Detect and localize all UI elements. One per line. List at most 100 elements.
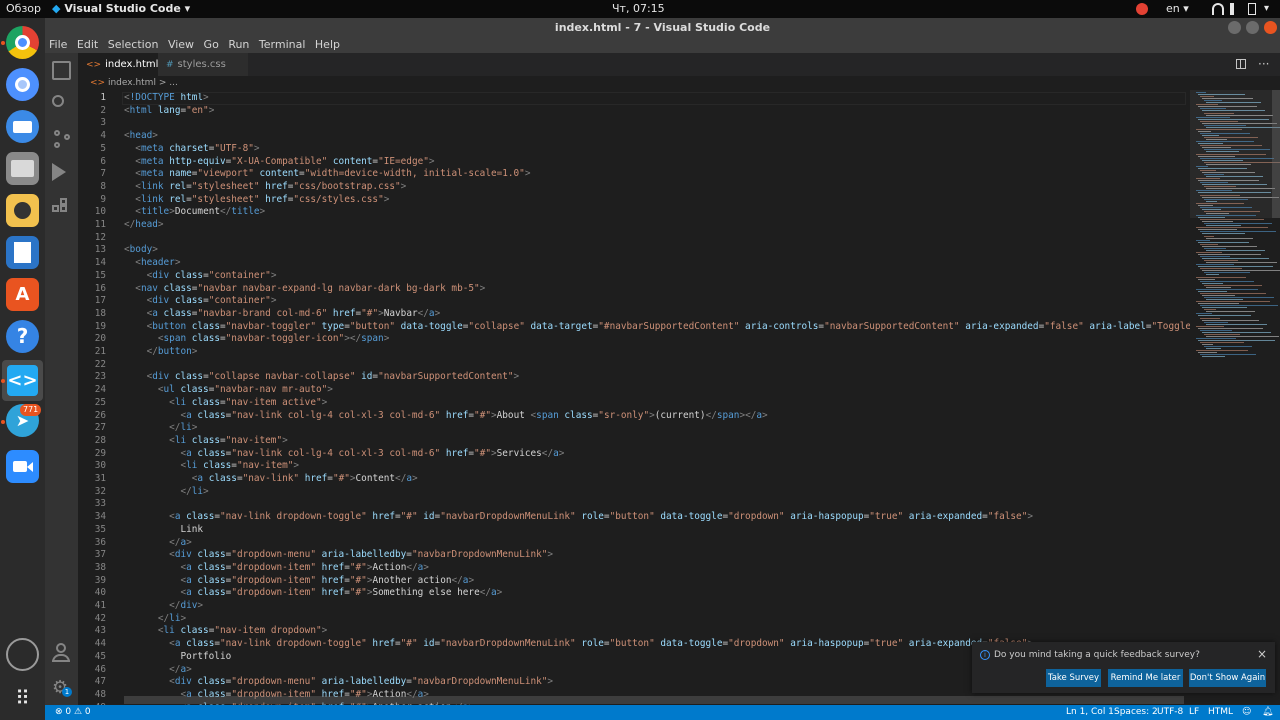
code-line[interactable]: 5 <meta charset="UTF-8"> [78, 143, 1190, 156]
code-line[interactable]: 41 </div> [78, 600, 1190, 613]
rhythmbox-icon[interactable] [6, 194, 39, 227]
vscode-icon[interactable]: <> [2, 360, 43, 401]
code-line[interactable]: 40 <a class="dropdown-item" href="#">Som… [78, 587, 1190, 600]
menu-run[interactable]: Run [228, 37, 249, 53]
notifications-bell-icon[interactable]: 🔔︎ [1262, 705, 1273, 720]
code-line[interactable]: 6 <meta http-equiv="X-UA-Compatible" con… [78, 156, 1190, 169]
line-ending[interactable]: LF [1189, 705, 1199, 720]
menu-go[interactable]: Go [204, 37, 219, 53]
breadcrumb-file[interactable]: index.html [108, 78, 156, 88]
code-line[interactable]: 32 </li> [78, 486, 1190, 499]
feedback-icon[interactable]: ☺ [1242, 705, 1251, 720]
code-line[interactable]: 18 <a class="navbar-brand col-md-6" href… [78, 308, 1190, 321]
window-title-bar[interactable]: index.html - 7 - Visual Studio Code [45, 18, 1280, 37]
cursor-position[interactable]: Ln 1, Col 1 [1066, 705, 1114, 720]
problems-indicator[interactable]: ⊗ 0 ⚠ 0 [55, 705, 91, 720]
menu-view[interactable]: View [168, 37, 194, 53]
files-icon[interactable] [6, 152, 39, 185]
show-applications-icon[interactable]: ⠿ [6, 682, 39, 715]
code-line[interactable]: 43 <li class="nav-item dropdown"> [78, 625, 1190, 638]
tab-index-html[interactable]: <>index.html × [78, 53, 158, 94]
accounts-icon[interactable] [52, 643, 71, 662]
code-line[interactable]: 16 <nav class="navbar navbar-expand-lg n… [78, 283, 1190, 296]
menu-help[interactable]: Help [315, 37, 340, 53]
libreoffice-writer-icon[interactable] [6, 236, 39, 269]
code-line[interactable]: 36 </a> [78, 537, 1190, 550]
code-line[interactable]: 3 [78, 117, 1190, 130]
badge-app-icon[interactable] [1136, 3, 1148, 15]
vertical-scrollbar[interactable] [1272, 90, 1280, 218]
take-survey-button[interactable]: Take Survey [1046, 669, 1101, 687]
extensions-icon[interactable] [52, 198, 71, 217]
menu-terminal[interactable]: Terminal [259, 37, 306, 53]
code-line[interactable]: 34 <a class="nav-link dropdown-toggle" h… [78, 511, 1190, 524]
chromium-icon[interactable] [6, 68, 39, 101]
menu-selection[interactable]: Selection [108, 37, 159, 53]
zoom-icon[interactable] [6, 450, 39, 483]
activities-button[interactable]: Обзор [6, 0, 41, 18]
horizontal-scrollbar[interactable] [124, 696, 1184, 704]
code-line[interactable]: 37 <div class="dropdown-menu" aria-label… [78, 549, 1190, 562]
menu-file[interactable]: File [49, 37, 67, 53]
code-line[interactable]: 31 <a class="nav-link" href="#">Content<… [78, 473, 1190, 486]
code-line[interactable]: 4 <head> [78, 130, 1190, 143]
code-line[interactable]: 13 <body> [78, 244, 1190, 257]
code-line[interactable]: 30 <li class="nav-item"> [78, 460, 1190, 473]
code-line[interactable]: 10 <title>Document</title> [78, 206, 1190, 219]
code-line[interactable]: 33 [78, 498, 1190, 511]
explorer-icon[interactable] [52, 61, 71, 80]
close-notification-icon[interactable]: × [1257, 647, 1267, 661]
network-icon[interactable] [1212, 3, 1224, 15]
code-line[interactable]: 38 <a class="dropdown-item" href="#">Act… [78, 562, 1190, 575]
menu-edit[interactable]: Edit [77, 37, 98, 53]
code-line[interactable]: 26 <a class="nav-link col-lg-4 col-xl-3 … [78, 410, 1190, 423]
software-center-icon[interactable]: A [6, 278, 39, 311]
search-icon[interactable] [52, 95, 71, 114]
minimize-button[interactable] [1228, 21, 1241, 34]
code-line[interactable]: 35 Link [78, 524, 1190, 537]
close-window-button[interactable] [1264, 21, 1277, 34]
thunderbird-icon[interactable] [6, 110, 39, 143]
input-language-menu[interactable]: en ▾ [1166, 0, 1189, 18]
code-line[interactable]: 12 [78, 232, 1190, 245]
code-line[interactable]: 28 <li class="nav-item"> [78, 435, 1190, 448]
minimap[interactable] [1190, 90, 1280, 705]
encoding[interactable]: UTF-8 [1157, 705, 1183, 720]
code-line[interactable]: 22 [78, 359, 1190, 372]
code-line[interactable]: 23 <div class="collapse navbar-collapse"… [78, 371, 1190, 384]
split-editor-icon[interactable] [1236, 59, 1246, 69]
breadcrumb[interactable]: <> index.html > ... [78, 76, 1190, 90]
code-line[interactable]: 19 <button class="navbar-toggler" type="… [78, 321, 1190, 334]
chrome-icon[interactable] [6, 26, 39, 59]
more-actions-icon[interactable]: ··· [1258, 53, 1269, 76]
code-line[interactable]: 20 <span class="navbar-toggler-icon"></s… [78, 333, 1190, 346]
help-icon[interactable]: ? [6, 320, 39, 353]
code-line[interactable]: 15 <div class="container"> [78, 270, 1190, 283]
run-debug-icon[interactable] [52, 163, 71, 182]
code-line[interactable]: 21 </button> [78, 346, 1190, 359]
code-line[interactable]: 14 <header> [78, 257, 1190, 270]
code-line[interactable]: 39 <a class="dropdown-item" href="#">Ano… [78, 575, 1190, 588]
code-line[interactable]: 27 </li> [78, 422, 1190, 435]
dont-show-again-button[interactable]: Don't Show Again [1189, 669, 1266, 687]
code-line[interactable]: 29 <a class="nav-link col-lg-4 col-xl-3 … [78, 448, 1190, 461]
code-line[interactable]: 7 <meta name="viewport" content="width=d… [78, 168, 1190, 181]
indentation[interactable]: Spaces: 2 [1114, 705, 1158, 720]
code-editor[interactable]: 1 <!DOCTYPE html> 2 <html lang="en"> 3 4 <head… [78, 90, 1190, 705]
battery-icon[interactable] [1248, 3, 1256, 15]
language-mode[interactable]: HTML [1208, 705, 1233, 720]
code-line[interactable]: 25 <li class="nav-item active"> [78, 397, 1190, 410]
maximize-button[interactable] [1246, 21, 1259, 34]
app-menu[interactable]: ◆ Visual Studio Code ▾ [52, 0, 190, 18]
trash-icon[interactable] [6, 638, 39, 671]
remind-me-later-button[interactable]: Remind Me later [1108, 669, 1183, 687]
code-line[interactable]: 17 <div class="container"> [78, 295, 1190, 308]
tab-styles-css[interactable]: # styles.css [158, 53, 248, 76]
clock[interactable]: Чт, 07:15 [612, 0, 665, 18]
code-line[interactable]: 9 <link rel="stylesheet" href="css/style… [78, 194, 1190, 207]
code-line[interactable]: 11 </head> [78, 219, 1190, 232]
system-menu-chevron-icon[interactable]: ▾ [1264, 0, 1276, 14]
code-line[interactable]: 42 </li> [78, 613, 1190, 626]
code-line[interactable]: 24 <ul class="navbar-nav mr-auto"> [78, 384, 1190, 397]
code-line[interactable]: 8 <link rel="stylesheet" href="css/boots… [78, 181, 1190, 194]
